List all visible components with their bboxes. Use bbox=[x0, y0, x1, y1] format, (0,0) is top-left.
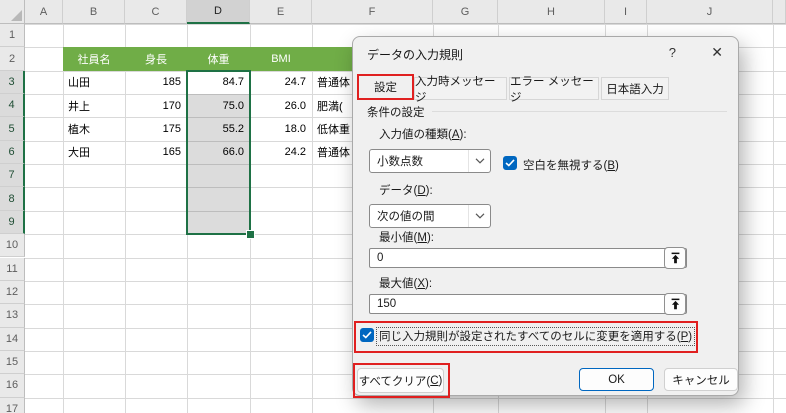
table-header-cell-C2[interactable]: 身長 bbox=[125, 47, 187, 71]
select-all-corner[interactable] bbox=[0, 0, 25, 24]
data-dropdown[interactable]: 次の値の間 bbox=[369, 204, 491, 228]
ignore-blank-label[interactable]: 空白を無視する(B) bbox=[523, 157, 619, 173]
chevron-down-icon bbox=[468, 205, 490, 227]
chevron-down-icon bbox=[468, 150, 490, 172]
tab-settings[interactable]: 設定 bbox=[357, 74, 414, 100]
column-header-partial[interactable] bbox=[773, 0, 786, 24]
row-header-10[interactable]: 10 bbox=[0, 234, 25, 258]
row-header-13[interactable]: 13 bbox=[0, 304, 25, 328]
gridline-horizontal bbox=[25, 24, 786, 25]
cell-B6[interactable]: 大田 bbox=[63, 141, 125, 164]
minimum-input[interactable]: 0 bbox=[369, 248, 687, 268]
cell-C5[interactable]: 175 bbox=[125, 117, 187, 140]
minimum-label: 最小値(M): bbox=[379, 232, 434, 244]
help-icon[interactable]: ? bbox=[669, 45, 676, 60]
cell-E6[interactable]: 24.2 bbox=[250, 141, 312, 164]
data-label: データ(D): bbox=[379, 185, 433, 197]
column-header-F[interactable]: F bbox=[312, 0, 433, 24]
collapse-dialog-icon bbox=[671, 298, 679, 310]
column-header-J[interactable]: J bbox=[647, 0, 773, 24]
apply-all-label[interactable]: 同じ入力規則が設定されたすべてのセルに変更を適用する(P) bbox=[376, 327, 696, 346]
clear-all-button[interactable]: すべてクリア(C) bbox=[357, 368, 444, 393]
row-header-17[interactable]: 17 bbox=[0, 397, 25, 413]
cell-C3[interactable]: 185 bbox=[125, 71, 187, 94]
column-header-I[interactable]: I bbox=[605, 0, 647, 24]
ignore-blank-checkbox[interactable] bbox=[503, 156, 517, 170]
column-header-E[interactable]: E bbox=[250, 0, 312, 24]
table-header-cell-B2[interactable]: 社員名 bbox=[63, 47, 125, 71]
cell-C6[interactable]: 165 bbox=[125, 141, 187, 164]
row-header-5[interactable]: 5 bbox=[0, 117, 25, 141]
row-header-2[interactable]: 2 bbox=[0, 47, 25, 71]
row-header-4[interactable]: 4 bbox=[0, 94, 25, 118]
row-header-14[interactable]: 14 bbox=[0, 327, 25, 351]
row-header-15[interactable]: 15 bbox=[0, 350, 25, 375]
collapse-dialog-icon bbox=[671, 252, 679, 264]
column-header-A[interactable]: A bbox=[25, 0, 63, 24]
row-header-6[interactable]: 6 bbox=[0, 140, 25, 165]
data-validation-dialog: データの入力規則 ? ✕ 設定 入力時メッセージ エラー メッセージ 日本語入力… bbox=[352, 36, 739, 398]
cell-E5[interactable]: 18.0 bbox=[250, 117, 312, 140]
row-header-8[interactable]: 8 bbox=[0, 187, 25, 211]
table-header-cell-D2[interactable]: 体重 bbox=[187, 47, 250, 71]
ok-button[interactable]: OK bbox=[579, 368, 654, 391]
column-header-D[interactable]: D bbox=[187, 0, 250, 24]
column-header-C[interactable]: C bbox=[125, 0, 187, 24]
row-header-1[interactable]: 1 bbox=[0, 24, 25, 48]
row-header-7[interactable]: 7 bbox=[0, 164, 25, 188]
check-icon bbox=[505, 159, 515, 167]
selection-fill-handle[interactable] bbox=[246, 230, 255, 240]
table-header-cell-E2[interactable]: BMI bbox=[250, 47, 312, 71]
close-icon[interactable]: ✕ bbox=[711, 44, 723, 61]
cancel-button[interactable]: キャンセル bbox=[664, 368, 738, 391]
gridline-vertical bbox=[773, 24, 774, 413]
allow-dropdown[interactable]: 小数点数 bbox=[369, 149, 491, 173]
column-header-H[interactable]: H bbox=[498, 0, 605, 24]
tab-input-message[interactable]: 入力時メッセージ bbox=[414, 76, 507, 104]
excel-window: A B C D E F G H I J 1 2 3 4 5 6 7 8 9 10 11 12 13 14 15 16 17 社員名 身長… bbox=[0, 0, 786, 413]
gridline-horizontal bbox=[25, 397, 786, 399]
minimum-collapse-button[interactable] bbox=[664, 247, 686, 269]
apply-all-checkbox[interactable] bbox=[360, 328, 374, 342]
row-header-11[interactable]: 11 bbox=[0, 257, 25, 281]
cell-E4[interactable]: 26.0 bbox=[250, 94, 312, 117]
cell-C4[interactable]: 170 bbox=[125, 94, 187, 117]
cell-B5[interactable]: 植木 bbox=[63, 117, 125, 140]
group-label-conditions: 条件の設定 bbox=[367, 107, 425, 119]
dialog-title[interactable]: データの入力規則 bbox=[367, 46, 463, 63]
tab-error-message[interactable]: エラー メッセージ bbox=[509, 76, 599, 104]
cell-B4[interactable]: 井上 bbox=[63, 94, 125, 117]
column-header-B[interactable]: B bbox=[63, 0, 125, 24]
cell-B3[interactable]: 山田 bbox=[63, 71, 125, 94]
row-header-3[interactable]: 3 bbox=[0, 70, 25, 95]
group-divider bbox=[432, 111, 727, 112]
maximum-collapse-button[interactable] bbox=[664, 293, 686, 315]
cell-E3[interactable]: 24.7 bbox=[250, 71, 312, 94]
allow-dropdown-value: 小数点数 bbox=[377, 156, 423, 168]
row-header-12[interactable]: 12 bbox=[0, 280, 25, 305]
allow-label: 入力値の種類(A): bbox=[379, 129, 467, 141]
selection-border bbox=[186, 69, 251, 236]
check-icon bbox=[362, 331, 372, 339]
maximum-label: 最大値(X): bbox=[379, 278, 433, 290]
data-dropdown-value: 次の値の間 bbox=[377, 211, 435, 223]
row-header-16[interactable]: 16 bbox=[0, 374, 25, 398]
column-header-G[interactable]: G bbox=[433, 0, 498, 24]
row-header-9[interactable]: 9 bbox=[0, 210, 25, 235]
maximum-input[interactable]: 150 bbox=[369, 294, 687, 314]
tab-japanese-input[interactable]: 日本語入力 bbox=[601, 77, 669, 100]
